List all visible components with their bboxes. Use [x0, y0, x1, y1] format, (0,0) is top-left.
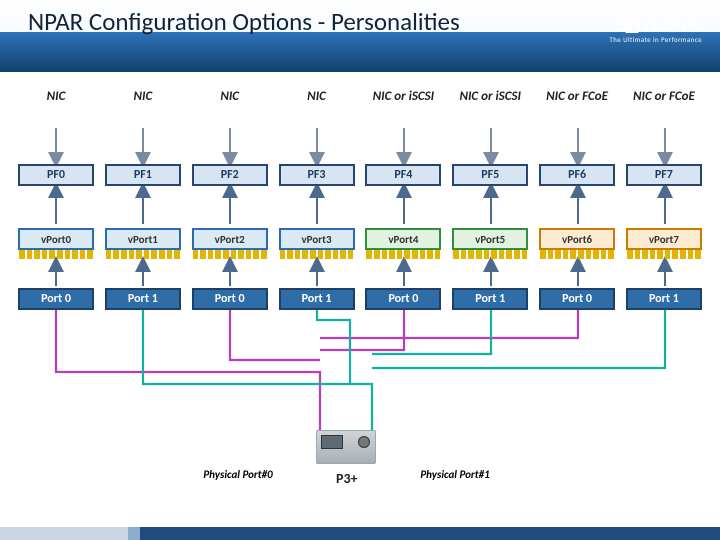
- port-box: Port 0: [192, 288, 268, 310]
- port-box: Port 0: [18, 288, 94, 310]
- comb-icon: [18, 250, 94, 259]
- physical-port1-label: Physical Port#1: [420, 468, 490, 481]
- port-box: Port 1: [452, 288, 528, 310]
- nic-board-icon: [316, 430, 376, 464]
- pf-box: PF2: [192, 164, 268, 186]
- title-bar: NPAR Configuration Options - Personaliti…: [0, 0, 720, 72]
- vport-box: vPort5: [452, 228, 528, 250]
- slide: NPAR Configuration Options - Personaliti…: [0, 0, 720, 540]
- comb-icon: [452, 250, 528, 259]
- vport-box: vPort2: [192, 228, 268, 250]
- personality-label: NIC or FCoE: [626, 90, 702, 105]
- pf-row: PF0 PF1 PF2 PF3 PF4 PF5 PF6 PF7: [0, 164, 720, 186]
- comb-icon: [365, 250, 441, 259]
- personalities-row: NIC NIC NIC NIC NIC or iSCSI NIC or iSCS…: [0, 90, 720, 105]
- vport-box: vPort7: [626, 228, 702, 250]
- comb-icon: [192, 250, 268, 259]
- vport-box: vPort3: [279, 228, 355, 250]
- port-row: Port 0 Port 1 Port 0 Port 1 Port 0 Port …: [0, 288, 720, 310]
- port-box: Port 1: [626, 288, 702, 310]
- pf-box: PF5: [452, 164, 528, 186]
- port-box: Port 0: [539, 288, 615, 310]
- pf-box: PF7: [626, 164, 702, 186]
- port-box: Port 1: [105, 288, 181, 310]
- comb-icon: [539, 250, 615, 259]
- personality-label: NIC or iSCSI: [365, 90, 441, 105]
- vport-box: vPort6: [539, 228, 615, 250]
- comb-icon: [626, 250, 702, 259]
- comb-icon: [279, 250, 355, 259]
- footer-bar: [0, 527, 720, 540]
- diagram-area: NIC NIC NIC NIC NIC or iSCSI NIC or iSCS…: [0, 72, 720, 540]
- personality-label: NIC: [192, 90, 268, 105]
- vport-box: vPort4: [365, 228, 441, 250]
- comb-icon: [105, 250, 181, 259]
- interlock-icon: [617, 17, 639, 33]
- physical-port0-label: Physical Port#0: [203, 468, 273, 481]
- port-box: Port 1: [279, 288, 355, 310]
- pf-box: PF6: [539, 164, 615, 186]
- pf-box: PF1: [105, 164, 181, 186]
- personality-label: NIC or FCoE: [539, 90, 615, 105]
- personality-label: NIC: [105, 90, 181, 105]
- pf-box: PF4: [365, 164, 441, 186]
- chip-label: P3+: [336, 470, 358, 487]
- pf-box: PF3: [279, 164, 355, 186]
- vport-row: vPort0 vPort1 vPort2 vPort3 vPort4 vPort5 vPor…: [0, 228, 720, 250]
- vport-box: vPort0: [18, 228, 94, 250]
- personality-label: NIC: [18, 90, 94, 105]
- personality-label: NIC or iSCSI: [452, 90, 528, 105]
- vport-box: vPort1: [105, 228, 181, 250]
- pf-box: PF0: [18, 164, 94, 186]
- brand-logo: QLOGIC The Ultimate in Performance: [609, 14, 702, 44]
- personality-label: NIC: [279, 90, 355, 105]
- port-box: Port 0: [365, 288, 441, 310]
